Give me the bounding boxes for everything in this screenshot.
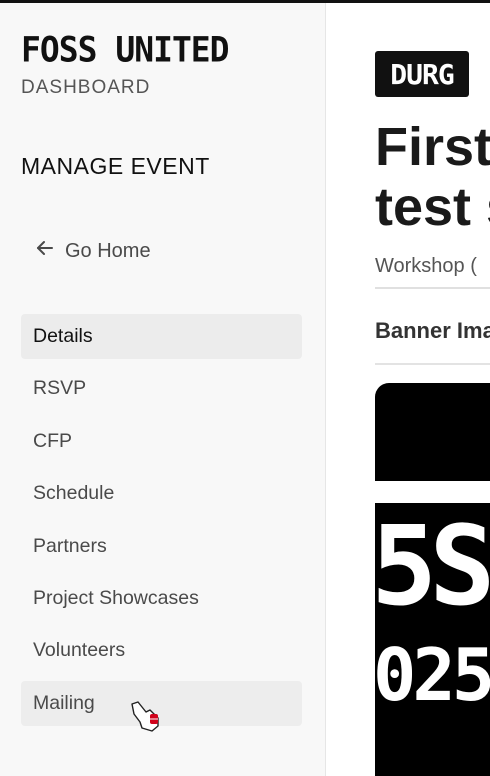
go-home-label: Go Home: [65, 239, 151, 262]
manage-event-heading: MANAGE EVENT: [21, 153, 210, 179]
sidebar-item-label: Details: [33, 325, 93, 347]
go-home-link[interactable]: Go Home: [21, 231, 221, 271]
sidebar-item-label: Mailing: [33, 691, 95, 714]
event-title: First test s: [375, 117, 490, 237]
sidebar-item-partners[interactable]: Partners: [21, 524, 302, 569]
sidebar-item-details[interactable]: Details: [21, 314, 302, 359]
sidebar-item-label: CFP: [33, 429, 72, 452]
arrow-left-icon: [35, 238, 55, 264]
dashboard-label: DASHBOARD: [21, 77, 151, 98]
sidebar-item-label: Partners: [33, 534, 107, 557]
sidebar-item-volunteers[interactable]: Volunteers: [21, 628, 302, 673]
city-badge: DURG: [375, 51, 469, 97]
event-nav: Details RSVP CFP Schedule Partners Proje…: [21, 314, 302, 733]
banner-image-heading: Banner Ima: [375, 318, 490, 343]
banner-text-line1: 5S: [375, 502, 490, 630]
sidebar-item-project-showcases[interactable]: Project Showcases: [21, 576, 302, 621]
event-type-label: Workshop (: [375, 255, 477, 277]
banner-stripe: [375, 481, 490, 503]
divider: [375, 287, 490, 289]
sidebar-item-rsvp[interactable]: RSVP: [21, 366, 302, 411]
sidebar-item-label: Project Showcases: [33, 586, 199, 609]
sidebar-item-label: RSVP: [33, 377, 87, 400]
divider: [375, 363, 490, 365]
banner-text-line2: 025: [375, 633, 490, 717]
main-content: DURG First test s Workshop ( Banner Ima …: [327, 3, 490, 776]
sidebar-item-cfp[interactable]: CFP: [21, 419, 302, 464]
foss-united-logo[interactable]: FOSS UNITED: [21, 31, 230, 68]
sidebar-item-label: Schedule: [33, 482, 115, 505]
sidebar-item-schedule[interactable]: Schedule: [21, 471, 302, 516]
sidebar-item-label: Volunteers: [33, 639, 126, 662]
sidebar: FOSS UNITED DASHBOARD MANAGE EVENT Go Ho…: [0, 3, 326, 776]
hand-cursor-icon: [128, 698, 164, 734]
banner-image[interactable]: 5S 025: [375, 383, 490, 776]
